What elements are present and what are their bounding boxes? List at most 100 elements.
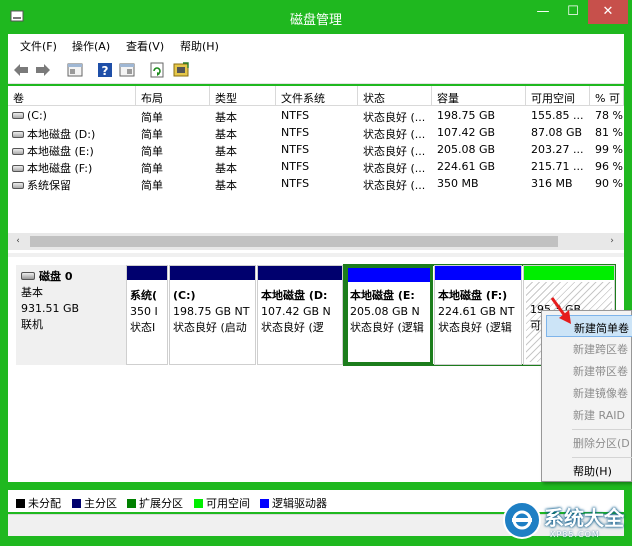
volume-icon — [12, 148, 24, 155]
volume-filesystem: NTFS — [281, 160, 310, 173]
help-icon[interactable]: ? — [96, 61, 114, 79]
forward-icon[interactable] — [34, 61, 52, 79]
volume-percent-free: 99 % — [595, 143, 623, 156]
column-header-percent-free[interactable]: % 可 — [590, 86, 624, 106]
legend-swatch — [260, 499, 269, 508]
legend-logical-drive: 逻辑驱动器 — [260, 495, 327, 511]
legend-swatch — [16, 499, 25, 508]
partition-size: 224.61 GB NT — [438, 305, 515, 318]
volume-name: (C:) — [27, 109, 47, 122]
partition-color-bar — [170, 266, 255, 280]
volume-layout: 简单 — [141, 128, 163, 141]
disk-wizard-icon[interactable] — [172, 61, 190, 79]
back-icon[interactable] — [12, 61, 30, 79]
minimize-button[interactable]: — — [528, 0, 558, 24]
volume-type: 基本 — [215, 179, 237, 192]
column-header-filesystem[interactable]: 文件系统 — [276, 86, 358, 106]
partition-color-bar — [258, 266, 342, 280]
volume-filesystem: NTFS — [281, 177, 310, 190]
volume-type: 基本 — [215, 128, 237, 141]
column-header-capacity[interactable]: 容量 — [432, 86, 526, 106]
volume-capacity: 205.08 GB — [437, 143, 496, 156]
column-header-volume[interactable]: 卷 — [8, 86, 136, 106]
volume-status: 状态良好 (... — [363, 179, 426, 192]
disk-management-window: 磁盘管理 — ☐ ✕ 文件(F) 操作(A) 查看(V) 帮助(H) ? 卷 布… — [0, 0, 632, 546]
menu-help[interactable]: 帮助(H) — [180, 38, 219, 54]
volume-type: 基本 — [215, 162, 237, 175]
partition-e[interactable]: 本地磁盘 (E: 205.08 GB N 状态良好 (逻辑 — [345, 265, 433, 365]
volume-row[interactable]: 本地磁盘 (F:) 简单 基本 NTFS 状态良好 (... 224.61 GB… — [8, 158, 624, 175]
volume-type: 基本 — [215, 111, 237, 124]
partition-name: 本地磁盘 (F:) — [438, 289, 508, 302]
maximize-button[interactable]: ☐ — [558, 0, 588, 24]
volume-row[interactable]: 系统保留 简单 基本 NTFS 状态良好 (... 350 MB 316 MB … — [8, 175, 624, 192]
volume-layout: 简单 — [141, 162, 163, 175]
legend-swatch — [127, 499, 136, 508]
partition-status: 状态良好 (启动 — [173, 321, 247, 334]
column-header-status[interactable]: 状态 — [358, 86, 432, 106]
scroll-right-arrow[interactable]: › — [606, 235, 618, 247]
menu-view[interactable]: 查看(V) — [126, 38, 164, 54]
volume-name: 本地磁盘 (E:) — [27, 145, 94, 158]
volume-free-space: 87.08 GB — [531, 126, 583, 139]
disk-0-info[interactable]: 磁盘 0 基本 931.51 GB 联机 — [16, 265, 132, 365]
properties-icon[interactable] — [66, 61, 84, 79]
menu-file[interactable]: 文件(F) — [20, 38, 57, 54]
volume-name: 系统保留 — [27, 179, 71, 192]
menu-new-striped-volume[interactable]: 新建带区卷 — [546, 359, 632, 381]
close-button[interactable]: ✕ — [588, 0, 628, 24]
scroll-left-arrow[interactable]: ‹ — [12, 235, 24, 247]
partition-system-reserved[interactable]: 系统( 350 I 状态Ⅰ — [126, 265, 168, 365]
partition-c[interactable]: (C:) 198.75 GB NT 状态良好 (启动 — [169, 265, 256, 365]
volume-row[interactable]: 本地磁盘 (D:) 简单 基本 NTFS 状态良好 (... 107.42 GB… — [8, 124, 624, 141]
volume-layout: 简单 — [141, 111, 163, 124]
volume-icon — [12, 112, 24, 119]
menu-new-spanned-volume[interactable]: 新建跨区卷 — [546, 337, 632, 359]
partition-f[interactable]: 本地磁盘 (F:) 224.61 GB NT 状态良好 (逻辑 — [434, 265, 522, 365]
partition-name: 本地磁盘 (D: — [261, 289, 328, 302]
volume-icon — [12, 182, 24, 189]
column-header-layout[interactable]: 布局 — [136, 86, 210, 106]
partition-color-bar — [524, 266, 614, 280]
partition-status: 状态良好 (逻辑 — [438, 321, 512, 334]
partition-name: (C:) — [173, 289, 196, 302]
view-icon[interactable] — [118, 61, 136, 79]
volume-row[interactable]: 本地磁盘 (E:) 简单 基本 NTFS 状态良好 (... 205.08 GB… — [8, 141, 624, 158]
volume-row[interactable]: (C:) 简单 基本 NTFS 状态良好 (... 198.75 GB 155.… — [8, 107, 624, 124]
legend-unallocated: 未分配 — [16, 495, 61, 511]
menu-action[interactable]: 操作(A) — [72, 38, 110, 54]
volume-icon — [12, 165, 24, 172]
horizontal-scrollbar[interactable]: ‹ › — [8, 233, 624, 250]
partition-d[interactable]: 本地磁盘 (D: 107.42 GB N 状态良好 (逻 — [257, 265, 343, 365]
volume-name: 本地磁盘 (D:) — [27, 128, 96, 141]
volume-free-space: 215.71 ... — [531, 160, 584, 173]
column-header-type[interactable]: 类型 — [210, 86, 276, 106]
menu-new-raid-volume[interactable]: 新建 RAID — [546, 403, 632, 425]
volume-type: 基本 — [215, 145, 237, 158]
menu-new-mirrored-volume[interactable]: 新建镜像卷 — [546, 381, 632, 403]
watermark-logo-icon — [503, 501, 541, 539]
legend-swatch — [72, 499, 81, 508]
partition-color-bar — [435, 266, 521, 280]
partition-name: 本地磁盘 (E: — [350, 289, 415, 302]
volume-status: 状态良好 (... — [363, 162, 426, 175]
disk-name: 磁盘 0 — [39, 270, 73, 283]
legend-extended: 扩展分区 — [127, 495, 183, 511]
volume-capacity: 224.61 GB — [437, 160, 496, 173]
hard-disk-icon — [21, 272, 35, 280]
scrollbar-thumb[interactable] — [30, 236, 558, 247]
volume-status: 状态良好 (... — [363, 111, 426, 124]
partition-name: 系统( — [130, 289, 158, 302]
legend-free-space: 可用空间 — [194, 495, 250, 511]
menu-bar: 文件(F) 操作(A) 查看(V) 帮助(H) — [8, 34, 624, 55]
watermark-subtext: XP85.COM — [550, 530, 600, 539]
toolbar: ? — [8, 55, 624, 84]
column-header-free-space[interactable]: 可用空间 — [526, 86, 590, 106]
menu-delete-partition[interactable]: 删除分区(D — [546, 431, 632, 453]
volume-status: 状态良好 (... — [363, 128, 426, 141]
partition-status: 状态良好 (逻辑 — [350, 321, 424, 334]
red-arrow-icon — [550, 297, 571, 324]
partition-size: 350 I — [130, 305, 158, 318]
menu-help-item[interactable]: 帮助(H) — [546, 459, 632, 481]
refresh-icon[interactable] — [148, 61, 166, 79]
